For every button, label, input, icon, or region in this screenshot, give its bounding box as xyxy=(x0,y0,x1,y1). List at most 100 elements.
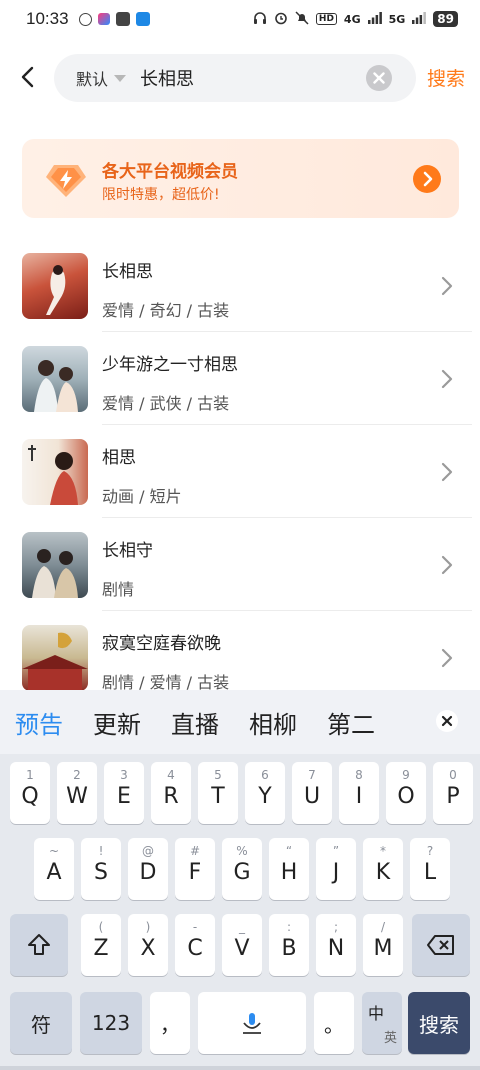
comma-key[interactable]: ， xyxy=(150,992,190,1054)
search-button[interactable]: 搜索 xyxy=(427,64,465,91)
banner-title: 各大平台视频会员 xyxy=(102,162,238,182)
network-5g: 5G xyxy=(388,12,406,26)
key-j[interactable]: ” J xyxy=(316,838,356,900)
result-item[interactable]: 长相思 爱情 / 奇幻 / 古装 xyxy=(0,233,480,332)
result-item[interactable]: 长相守 剧情 xyxy=(0,512,480,611)
result-tags: 剧情 xyxy=(102,580,135,599)
result-title: 少年游之一寸相思 xyxy=(102,355,238,375)
key-e[interactable]: 3E xyxy=(104,762,144,824)
hd-icon: HD xyxy=(315,13,337,25)
result-item[interactable]: 少年游之一寸相思 爱情 / 武侠 / 古装 xyxy=(0,326,480,425)
key-u[interactable]: 7U xyxy=(292,762,332,824)
battery-indicator: 89 xyxy=(433,11,458,27)
shift-arrow-icon xyxy=(10,914,68,976)
result-tags: 动画 / 短片 xyxy=(102,487,182,506)
result-item[interactable]: 相思 动画 / 短片 xyxy=(0,419,480,518)
key-v[interactable]: _ V xyxy=(222,914,262,976)
search-input[interactable]: 默认 长相思 xyxy=(54,54,416,102)
suggestion-item[interactable]: 相柳 xyxy=(249,705,297,740)
key-l[interactable]: ? L xyxy=(410,838,450,900)
alarm-icon xyxy=(274,11,288,28)
app-notification-icon-2 xyxy=(97,13,110,25)
microphone-icon xyxy=(198,992,306,1054)
search-filter-label: 默认 xyxy=(76,70,109,89)
key-f[interactable]: # F xyxy=(175,838,215,900)
key-y[interactable]: 6Y xyxy=(245,762,285,824)
search-enter-key[interactable]: 搜索 xyxy=(408,992,470,1054)
back-arrow-icon[interactable] xyxy=(18,64,40,90)
search-query-text[interactable]: 长相思 xyxy=(140,65,194,91)
chevron-right-circle-icon[interactable] xyxy=(413,165,441,193)
search-filter-dropdown[interactable]: 默认 xyxy=(76,66,127,90)
diamond-lightning-icon xyxy=(44,157,88,201)
symbols-key[interactable]: 符 xyxy=(10,992,72,1054)
key-x[interactable]: ) X xyxy=(128,914,168,976)
network-4g: 4G xyxy=(343,12,361,26)
poster-thumbnail xyxy=(22,346,88,412)
result-item[interactable]: 寂寞空庭春欲晚 剧情 / 爱情 / 古装 xyxy=(0,605,480,698)
result-tags: 爱情 / 奇幻 / 古装 xyxy=(102,301,230,320)
key-m[interactable]: / M xyxy=(363,914,403,976)
key-t[interactable]: 5T xyxy=(198,762,238,824)
backspace-key[interactable] xyxy=(412,914,470,976)
close-icon[interactable] xyxy=(436,710,458,732)
key-s[interactable]: ! S xyxy=(81,838,121,900)
space-key[interactable] xyxy=(198,992,306,1054)
signal-icon-2 xyxy=(412,11,427,27)
vip-promo-banner[interactable]: 各大平台视频会员 限时特惠，超低价! xyxy=(22,139,459,218)
poster-thumbnail xyxy=(22,253,88,319)
key-w[interactable]: 2W xyxy=(57,762,97,824)
search-results-list: 长相思 爱情 / 奇幻 / 古装 少年游之一寸相思 爱情 / 武侠 / 古装 相… xyxy=(0,233,480,698)
key-p[interactable]: 0P xyxy=(433,762,473,824)
suggestion-item[interactable]: 预告 xyxy=(15,705,63,740)
poster-thumbnail xyxy=(22,625,88,691)
key-b[interactable]: :B xyxy=(269,914,309,976)
key-h[interactable]: “H xyxy=(269,838,309,900)
suggestion-item[interactable]: 第二 xyxy=(327,705,375,740)
numbers-key[interactable]: 123 xyxy=(80,992,142,1054)
gesture-bar xyxy=(0,1066,480,1070)
app-notification-icon-3 xyxy=(135,12,150,26)
key-n[interactable]: ; N xyxy=(316,914,356,976)
suggestion-item[interactable]: 更新 xyxy=(93,705,141,740)
status-time: 10:33 xyxy=(26,9,69,28)
chevron-right-icon xyxy=(440,368,454,390)
poster-thumbnail xyxy=(22,532,88,598)
key-d[interactable]: @ D xyxy=(128,838,168,900)
key-z[interactable]: (Z xyxy=(81,914,121,976)
key-a[interactable]: ~ A xyxy=(34,838,74,900)
result-tags: 爱情 / 武侠 / 古装 xyxy=(102,394,230,413)
headphones-icon xyxy=(253,11,267,28)
result-title: 相思 xyxy=(102,448,136,468)
triangle-down-icon xyxy=(114,74,127,82)
on-screen-keyboard: 1Q 2W 3E 4R 5T 6Y 7U 8I 9O 0P ~ A ! S @ D #… xyxy=(0,754,480,1070)
chevron-right-icon xyxy=(440,275,454,297)
mail-icon xyxy=(115,12,130,26)
shift-key[interactable] xyxy=(10,914,68,976)
clear-icon[interactable] xyxy=(366,65,392,91)
period-key[interactable]: 。 xyxy=(314,992,354,1054)
chevron-right-icon xyxy=(440,647,454,669)
suggestion-item[interactable]: 直播 xyxy=(171,705,219,740)
key-i[interactable]: 8I xyxy=(339,762,379,824)
language-switch-key[interactable]: 中 英 xyxy=(362,992,402,1054)
result-title: 长相思 xyxy=(102,262,153,282)
search-header: 默认 长相思 搜索 xyxy=(0,52,480,104)
result-title: 长相守 xyxy=(102,541,153,561)
app-notification-icon xyxy=(78,12,92,26)
banner-subtitle: 限时特惠，超低价! xyxy=(102,187,220,203)
key-k[interactable]: * K xyxy=(363,838,403,900)
key-r[interactable]: 4R xyxy=(151,762,191,824)
key-o[interactable]: 9O xyxy=(386,762,426,824)
key-q[interactable]: 1Q xyxy=(10,762,50,824)
signal-icon xyxy=(367,11,382,27)
poster-thumbnail xyxy=(22,439,88,505)
result-title: 寂寞空庭春欲晚 xyxy=(102,634,221,654)
mute-icon xyxy=(295,10,309,28)
status-bar: 10:33 HD 4G 5G 89 xyxy=(0,0,480,38)
key-g[interactable]: % G xyxy=(222,838,262,900)
chevron-right-icon xyxy=(440,461,454,483)
keyboard-suggestion-bar: 预告 更新 直播 相柳 第二 xyxy=(0,690,480,754)
key-c[interactable]: -C xyxy=(175,914,215,976)
chevron-right-icon xyxy=(440,554,454,576)
